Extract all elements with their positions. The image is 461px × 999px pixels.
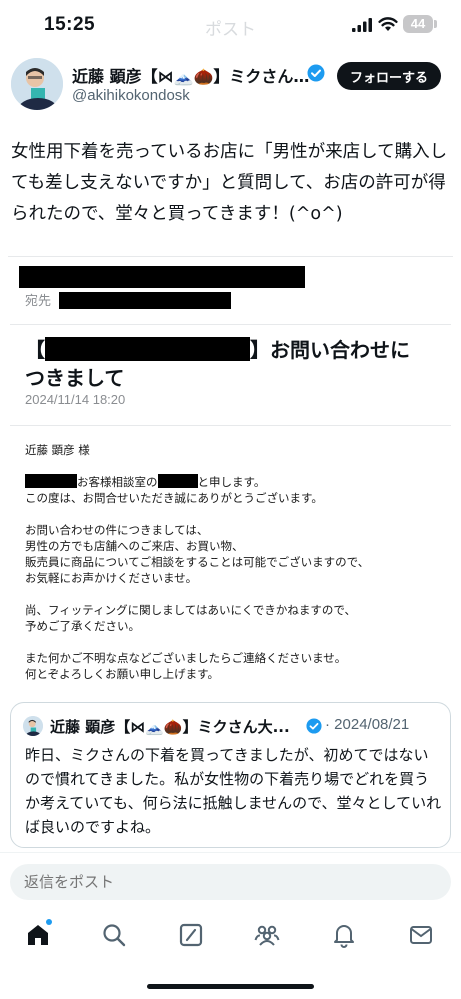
email-subject: 【 】お問い合わせに つきまして (25, 336, 435, 392)
notifications-bell-icon[interactable] (331, 922, 357, 948)
subject-text-line2: つきまして (25, 366, 125, 390)
email-body: 近藤 顕彦 様 お客様相談室の と申します。 この度は、お問合せいただき誠にありが… (25, 442, 445, 698)
subject-text: 】お問い合わせに (250, 338, 410, 362)
avatar-image (11, 58, 63, 110)
email-intro: お客様相談室の と申します。 この度は、お問合せいただき誠にありがとうございます。 (25, 474, 445, 506)
battery-indicator: 44 (403, 15, 433, 33)
messages-envelope-icon[interactable] (408, 922, 434, 948)
image-top-divider (8, 256, 453, 257)
email-date: 2024/11/14 18:20 (25, 392, 126, 407)
communities-icon[interactable] (254, 922, 280, 948)
reply-input[interactable] (10, 864, 451, 900)
subject-open-bracket: 【 (25, 338, 45, 362)
email-to-label: 宛先 (25, 294, 52, 309)
battery-tip (434, 20, 437, 28)
email-intro-end: と申します。 (197, 475, 266, 489)
status-time: 15:25 (44, 14, 96, 35)
email-intro-mid: お客様相談室の (77, 475, 158, 489)
email-salutation: 近藤 顕彦 様 (25, 443, 90, 457)
reply-bar-divider (0, 852, 461, 853)
follow-button[interactable]: フォローする (337, 62, 441, 90)
email-paragraph-3: 尚、フィッティングに関しましてはあいにくできかねますので、 予めご了承ください。 (25, 603, 356, 633)
faded-header-title: ポスト (205, 20, 256, 40)
cellular-signal-icon (352, 18, 372, 32)
email-paragraph-4: また何かご不明な点などございましたらご連絡くださいませ。 何とぞよろしくお願い申… (25, 651, 347, 681)
quoted-post-text: 昨日、ミクさんの下着を買ってきましたが、初めてではないので慣れてきました。私が女… (25, 746, 442, 836)
quoted-verified-badge-icon (306, 718, 322, 734)
wifi-icon (378, 17, 398, 31)
redacted-staff-name (157, 474, 198, 488)
redacted-sender (19, 266, 305, 288)
author-avatar[interactable] (11, 58, 63, 110)
author-handle[interactable]: @akihikokondosk (72, 87, 190, 104)
email-paragraph-2: お問い合わせの件につきましては、 男性の方でも店舗へのご来店、お買い物、 販売員… (25, 523, 370, 585)
post-text: 女性用下着を売っているお店に「男性が来店して購入しても差し支えないですか」と質問… (11, 142, 448, 224)
verified-badge-icon (307, 64, 325, 82)
email-header-divider (10, 324, 451, 325)
email-intro-thanks: この度は、お問合せいただき誠にありがとうございます。 (25, 491, 323, 505)
compose-icon[interactable] (178, 922, 204, 948)
quoted-post-date: · 2024/08/21 (325, 716, 410, 733)
quoted-avatar-image (23, 716, 43, 736)
home-indicator-bar[interactable] (147, 984, 314, 989)
author-name[interactable]: 近藤 顕彦【⋈🗻🌰】ミクさん... (72, 63, 310, 87)
redacted-store-name (25, 474, 77, 488)
redacted-recipient (59, 292, 231, 309)
home-notification-dot (46, 919, 52, 925)
redacted-subject-store (45, 337, 250, 361)
email-body-divider (10, 425, 451, 426)
quoted-author-name: 近藤 顕彦【⋈🗻🌰】ミクさん大... (50, 718, 290, 736)
search-icon[interactable] (101, 922, 127, 948)
home-icon[interactable] (25, 922, 51, 948)
quoted-author-avatar (23, 716, 43, 736)
